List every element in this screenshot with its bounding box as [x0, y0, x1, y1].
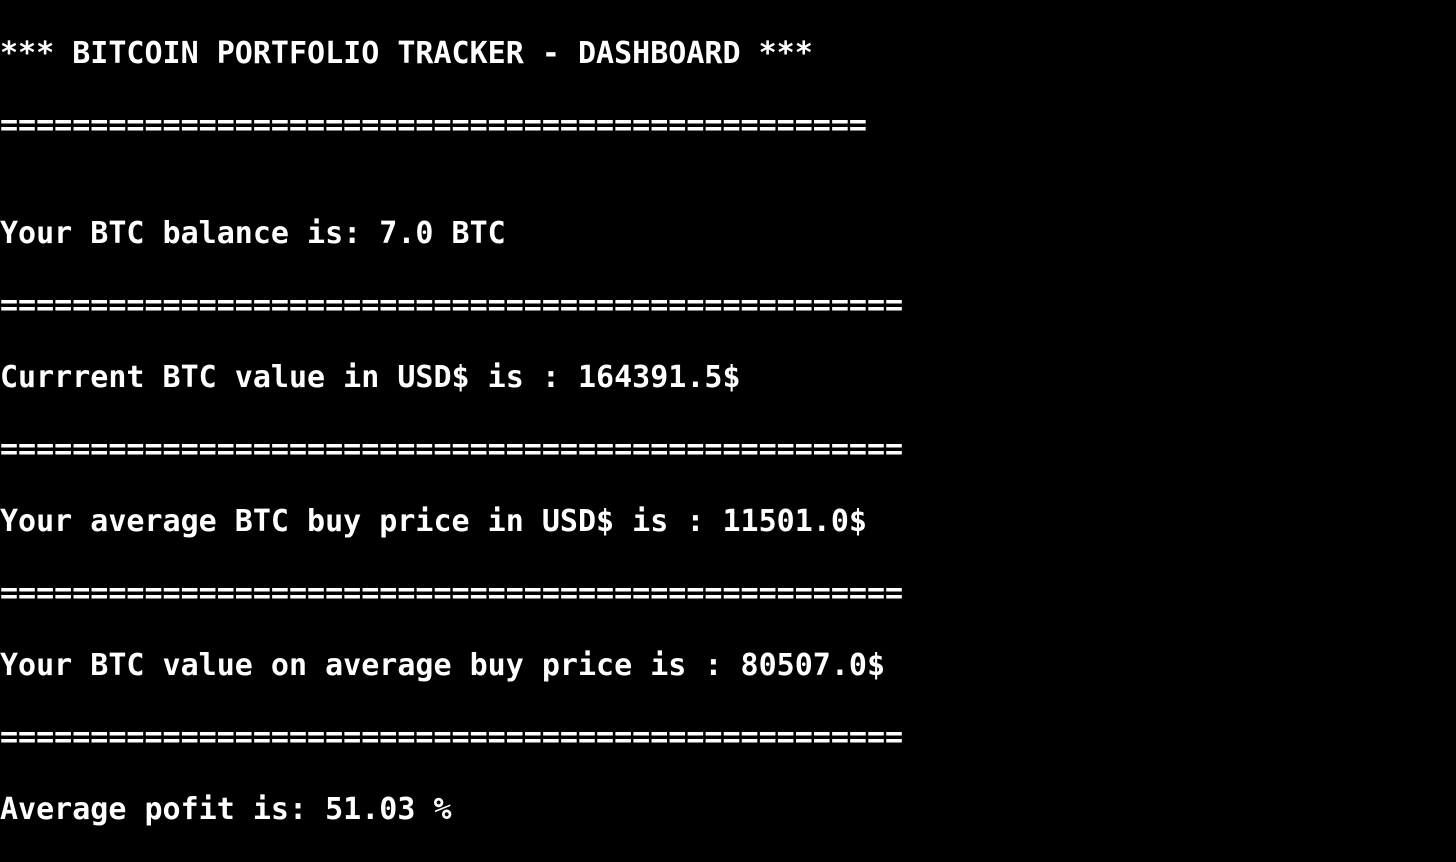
- separator-line: ========================================…: [0, 108, 867, 143]
- current-btc-value-text: Currrent BTC value in USD$ is : 164391.5…: [0, 360, 741, 395]
- separator-line: ========================================…: [0, 576, 904, 611]
- separator-line: ========================================…: [0, 432, 904, 467]
- value-on-average-buy-price-text: Your BTC value on average buy price is :…: [0, 648, 886, 683]
- average-profit-text: Average pofit is: 51.03 %: [0, 792, 452, 827]
- btc-balance-text: Your BTC balance is: 7.0 BTC: [0, 216, 506, 251]
- dashboard-title: *** BITCOIN PORTFOLIO TRACKER - DASHBOAR…: [0, 36, 813, 71]
- separator-line: ========================================…: [0, 288, 904, 323]
- terminal-window: *** BITCOIN PORTFOLIO TRACKER - DASHBOAR…: [0, 0, 1456, 862]
- separator-line: ========================================…: [0, 720, 904, 755]
- average-buy-price-text: Your average BTC buy price in USD$ is : …: [0, 504, 867, 539]
